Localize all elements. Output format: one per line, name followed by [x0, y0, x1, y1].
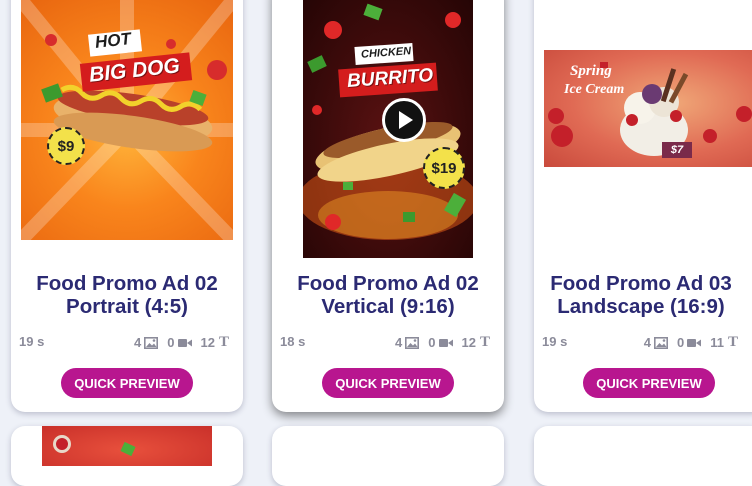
- template-meta: 19 s 4 0 12 T: [19, 334, 235, 350]
- thumb-heading-small: Spring: [570, 63, 612, 79]
- play-button[interactable]: [382, 98, 426, 142]
- template-meta: 19 s 4 0 11 T: [542, 334, 744, 350]
- play-icon: [399, 111, 413, 129]
- duration-label: 18 s: [280, 334, 306, 349]
- template-thumbnail[interactable]: HOT BIG DOG $9: [21, 0, 233, 240]
- price-badge: $19: [423, 147, 465, 189]
- text-icon: T: [218, 334, 229, 350]
- duration-label: 19 s: [19, 334, 45, 349]
- price-badge: $9: [47, 127, 85, 165]
- thumb-heading-large: Ice Cream: [564, 82, 625, 97]
- thumb-heading-small: HOT: [94, 29, 132, 52]
- image-icon: [144, 336, 159, 349]
- video-count: 0: [677, 335, 685, 350]
- quick-preview-button[interactable]: QUICK PREVIEW: [583, 368, 715, 398]
- image-count: 4: [643, 335, 651, 350]
- price-badge: $7: [662, 142, 692, 158]
- quick-preview-button[interactable]: QUICK PREVIEW: [61, 368, 193, 398]
- video-count: 0: [167, 335, 175, 350]
- image-count: 4: [134, 335, 142, 350]
- template-title: Food Promo Ad 03 Landscape (16:9): [550, 272, 732, 318]
- template-card[interactable]: HOT BIG DOG $9 Food Promo Ad 02 Portrait…: [11, 0, 243, 412]
- text-icon: T: [727, 334, 738, 350]
- text-count: 12: [461, 335, 476, 350]
- template-card[interactable]: [272, 426, 504, 486]
- image-count: 4: [395, 335, 403, 350]
- template-card[interactable]: CHICKEN BURRITO $19 Food Promo Ad 02 Ver…: [272, 0, 504, 412]
- image-icon: [405, 336, 420, 349]
- duration-label: 19 s: [542, 334, 568, 349]
- template-card[interactable]: [534, 426, 752, 486]
- template-thumbnail[interactable]: Spring Ice Cream $7: [544, 50, 752, 167]
- template-title: Food Promo Ad 02 Portrait (4:5): [36, 272, 218, 318]
- quick-preview-button[interactable]: QUICK PREVIEW: [322, 368, 454, 398]
- template-thumbnail[interactable]: [42, 426, 212, 466]
- template-title: Food Promo Ad 02 Vertical (9:16): [297, 272, 479, 318]
- text-count: 12: [200, 335, 215, 350]
- video-icon: [177, 338, 192, 347]
- text-icon: T: [479, 334, 490, 350]
- template-meta: 18 s 4 0 12 T: [280, 334, 496, 350]
- video-count: 0: [428, 335, 436, 350]
- video-icon: [687, 338, 702, 347]
- food-illustration: [53, 435, 136, 457]
- template-card[interactable]: [11, 426, 243, 486]
- video-icon: [438, 338, 453, 347]
- image-icon: [654, 336, 668, 349]
- template-card[interactable]: Spring Ice Cream $7 Food Promo Ad 03 Lan…: [534, 0, 752, 412]
- text-count: 11: [710, 335, 724, 350]
